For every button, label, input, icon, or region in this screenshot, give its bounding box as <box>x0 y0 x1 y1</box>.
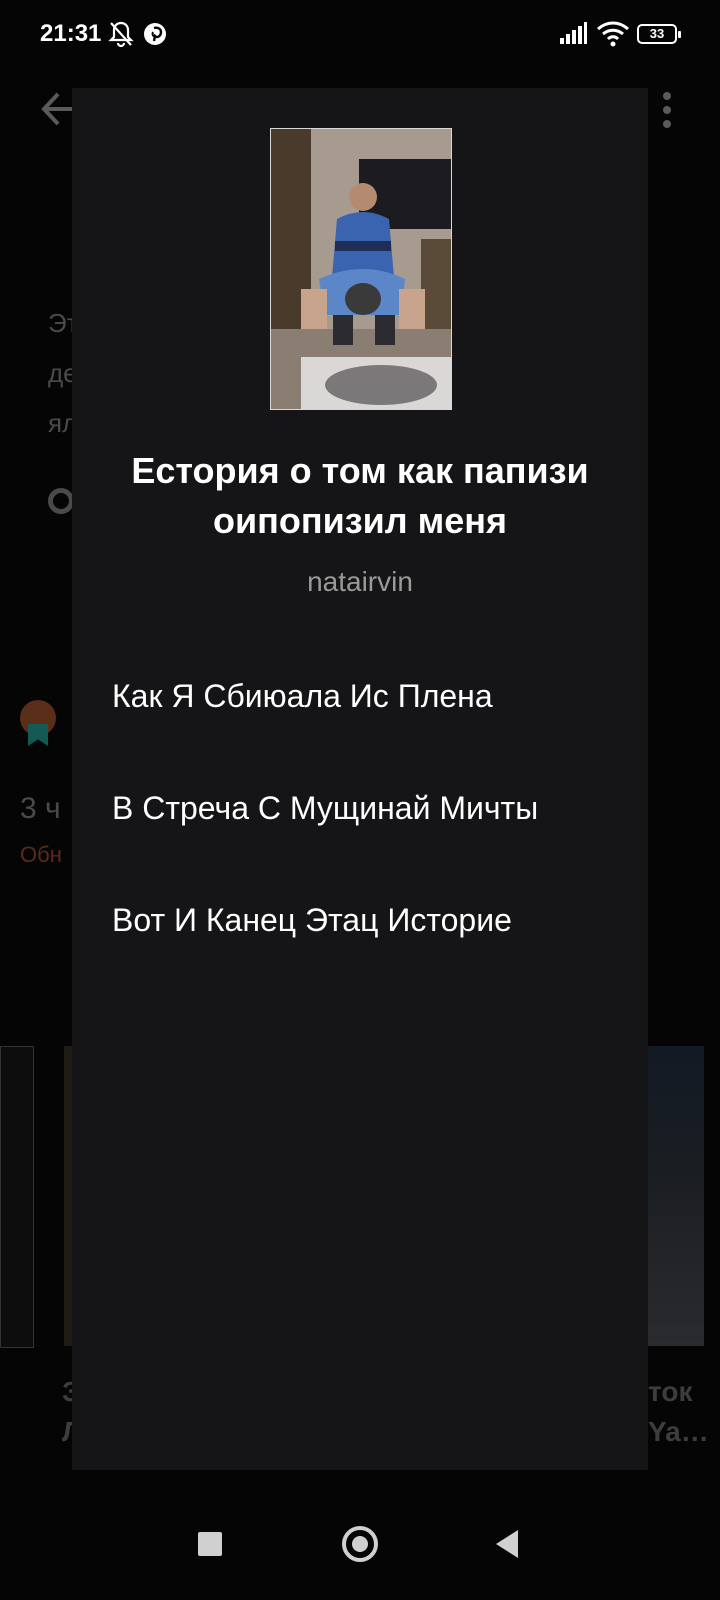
wifi-icon <box>597 21 629 47</box>
ribbon-icon <box>28 724 48 746</box>
bell-off-icon <box>108 21 134 48</box>
updated-label: Обн <box>20 842 62 867</box>
recommended-title: ток <box>648 1376 693 1407</box>
battery-icon: 33 <box>637 24 681 44</box>
back-icon[interactable] <box>496 1530 518 1558</box>
status-bar: 21:31 33 <box>0 0 720 70</box>
part-item[interactable]: В Стреча С Мущинай Мичты <box>112 788 612 900</box>
recents-icon[interactable] <box>198 1532 222 1556</box>
part-item[interactable]: Как Я Сбиюала Ис Плена <box>112 676 612 788</box>
story-cover-image <box>270 128 452 410</box>
recommended-title: Ya… <box>648 1416 709 1447</box>
story-parts-dialog: Естория о том как папизи оипопизил меня … <box>72 88 648 1470</box>
story-author[interactable]: natairvin <box>102 566 618 598</box>
home-icon[interactable] <box>342 1526 378 1562</box>
status-time: 21:31 <box>40 20 102 47</box>
parts-count: 3 ч <box>20 792 61 825</box>
copyright-icon <box>48 488 74 514</box>
more-options-icon[interactable] <box>660 90 674 130</box>
recommended-cover[interactable] <box>648 1046 704 1346</box>
recommended-cover[interactable] <box>0 1046 34 1348</box>
parts-list: Как Я Сбиюала Ис Плена В Стреча С Мущина… <box>112 676 612 1012</box>
navigation-bar <box>0 1490 720 1600</box>
pinterest-icon <box>144 23 166 45</box>
story-title: Естория о том как папизи оипопизил меня <box>131 450 589 541</box>
part-item[interactable]: Вот И Канец Этац Историе <box>112 900 612 1012</box>
signal-icon <box>560 22 587 44</box>
back-arrow-icon[interactable] <box>38 90 76 128</box>
